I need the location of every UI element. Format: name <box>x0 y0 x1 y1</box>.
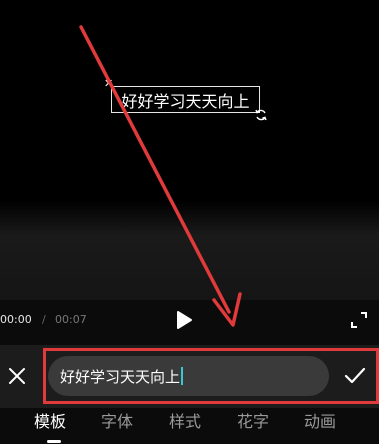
tab-style[interactable]: 样式 <box>169 412 201 432</box>
current-time: 00:00 <box>0 313 32 326</box>
tab-animation[interactable]: 动画 <box>304 412 336 432</box>
text-input[interactable]: 好好学习天天向上 <box>48 356 329 396</box>
fullscreen-icon[interactable] <box>350 311 368 329</box>
text-caret <box>181 367 184 385</box>
total-time: 00:07 <box>55 313 87 326</box>
time-separator: / <box>42 313 46 326</box>
tab-font[interactable]: 字体 <box>101 412 133 432</box>
video-preview[interactable] <box>0 0 379 300</box>
tab-template[interactable]: 模板 <box>34 412 66 432</box>
text-input-value: 好好学习天天向上 <box>60 367 181 386</box>
close-handle-icon[interactable]: ✕ <box>104 78 113 89</box>
rotate-icon[interactable] <box>254 108 268 122</box>
overlay-text: 好好学习天天向上 <box>121 91 250 111</box>
checkmark-icon[interactable] <box>344 367 366 385</box>
play-icon[interactable] <box>174 310 194 330</box>
tab-fancy-text[interactable]: 花字 <box>237 412 269 432</box>
active-tab-indicator <box>47 440 61 443</box>
text-overlay-box[interactable]: 好好学习天天向上 <box>111 86 260 113</box>
close-icon[interactable] <box>7 366 27 386</box>
